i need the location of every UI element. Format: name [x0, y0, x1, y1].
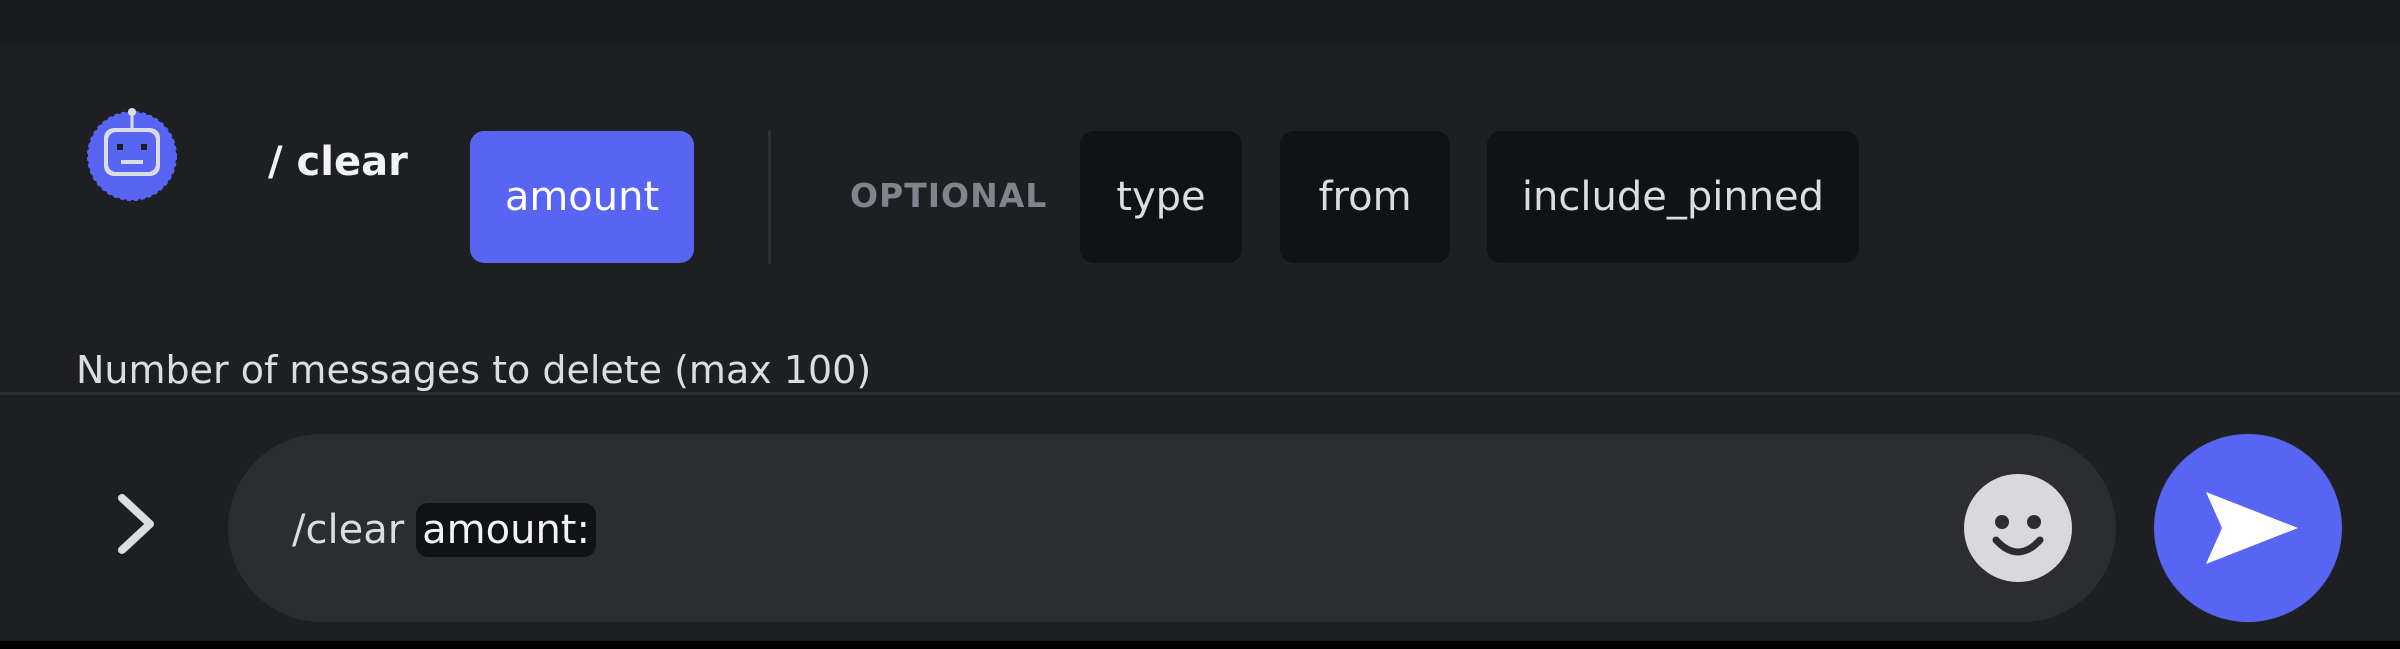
- option-description: Number of messages to delete (max 100): [76, 348, 872, 392]
- option-chip-from[interactable]: from: [1280, 131, 1450, 263]
- option-chip-amount[interactable]: amount: [470, 131, 694, 263]
- input-command-text: /clear: [292, 507, 405, 553]
- bot-avatar-icon: [87, 108, 177, 201]
- option-chip-type[interactable]: type: [1080, 131, 1242, 263]
- option-chip-label: amount: [504, 174, 660, 220]
- send-arrow-icon: [2206, 492, 2298, 564]
- option-chip-label: type: [1116, 174, 1206, 220]
- options-divider: [768, 130, 771, 264]
- option-chip-include-pinned[interactable]: include_pinned: [1487, 131, 1859, 263]
- option-chip-label: from: [1318, 174, 1412, 220]
- input-content[interactable]: /clear amount:: [292, 500, 596, 560]
- input-option-token[interactable]: amount:: [416, 503, 596, 557]
- emoji-button[interactable]: [1964, 474, 2072, 582]
- send-button[interactable]: [2154, 434, 2342, 622]
- top-strip: [0, 0, 2400, 44]
- option-chip-label: include_pinned: [1521, 174, 1825, 220]
- smiley-face-icon: [1992, 515, 2044, 556]
- chevron-right-icon[interactable]: [100, 486, 176, 562]
- command-name: / clear: [268, 139, 408, 185]
- optional-label: OPTIONAL: [850, 176, 1048, 215]
- app-frame: / clear amount OPTIONAL type from includ…: [0, 0, 2400, 641]
- command-autocomplete-panel: / clear amount OPTIONAL type from includ…: [0, 44, 2400, 392]
